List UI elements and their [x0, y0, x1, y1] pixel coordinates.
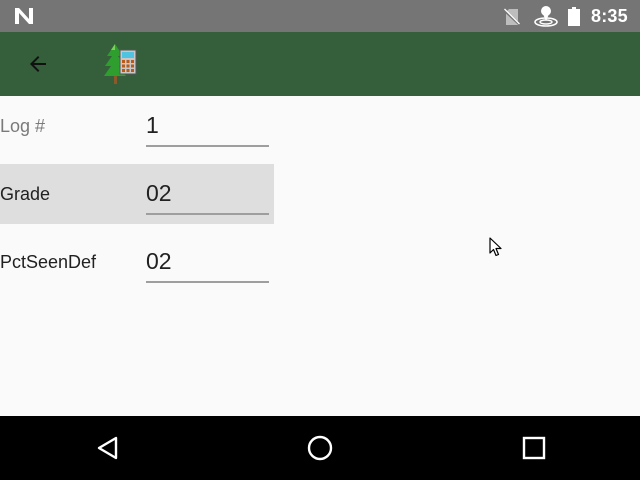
nav-home-button[interactable] [304, 432, 336, 464]
pct-seen-def-field[interactable]: 02 [146, 242, 269, 283]
pct-seen-def-value: 02 [146, 248, 172, 274]
recents-square-icon [522, 436, 546, 460]
log-number-value: 1 [146, 112, 159, 138]
back-triangle-icon [97, 436, 118, 460]
log-number-label: Log # [0, 116, 46, 136]
form-row-grade: Grade 02 [0, 164, 274, 224]
arrow-back-icon [30, 56, 46, 72]
grade-label: Grade [0, 184, 51, 204]
mouse-cursor-icon [489, 237, 502, 257]
status-clock: 8:35 [591, 6, 628, 26]
tree-calculator-logo-icon [104, 44, 137, 84]
grade-field[interactable]: 02 [146, 174, 269, 215]
nav-back-button[interactable] [94, 432, 126, 464]
battery-icon [568, 7, 580, 26]
log-number-field[interactable]: 1 [146, 106, 269, 147]
grade-value: 02 [146, 180, 172, 206]
system-navigation-bar [0, 416, 640, 480]
back-button[interactable] [16, 42, 60, 86]
no-sim-icon [504, 8, 520, 26]
status-bar: 8:35 [0, 0, 640, 32]
log-form: Log # 1 Grade 02 PctSeenDef 02 [0, 96, 640, 416]
home-circle-icon [307, 435, 333, 461]
nav-recents-button[interactable] [518, 432, 550, 464]
form-row-pct-seen-def: PctSeenDef 02 [0, 232, 274, 292]
n-notification-icon [15, 8, 33, 24]
hotspot-icon [534, 6, 558, 27]
form-row-log-number: Log # 1 [0, 96, 274, 156]
app-toolbar [0, 32, 640, 96]
pct-seen-def-label: PctSeenDef [0, 252, 97, 272]
